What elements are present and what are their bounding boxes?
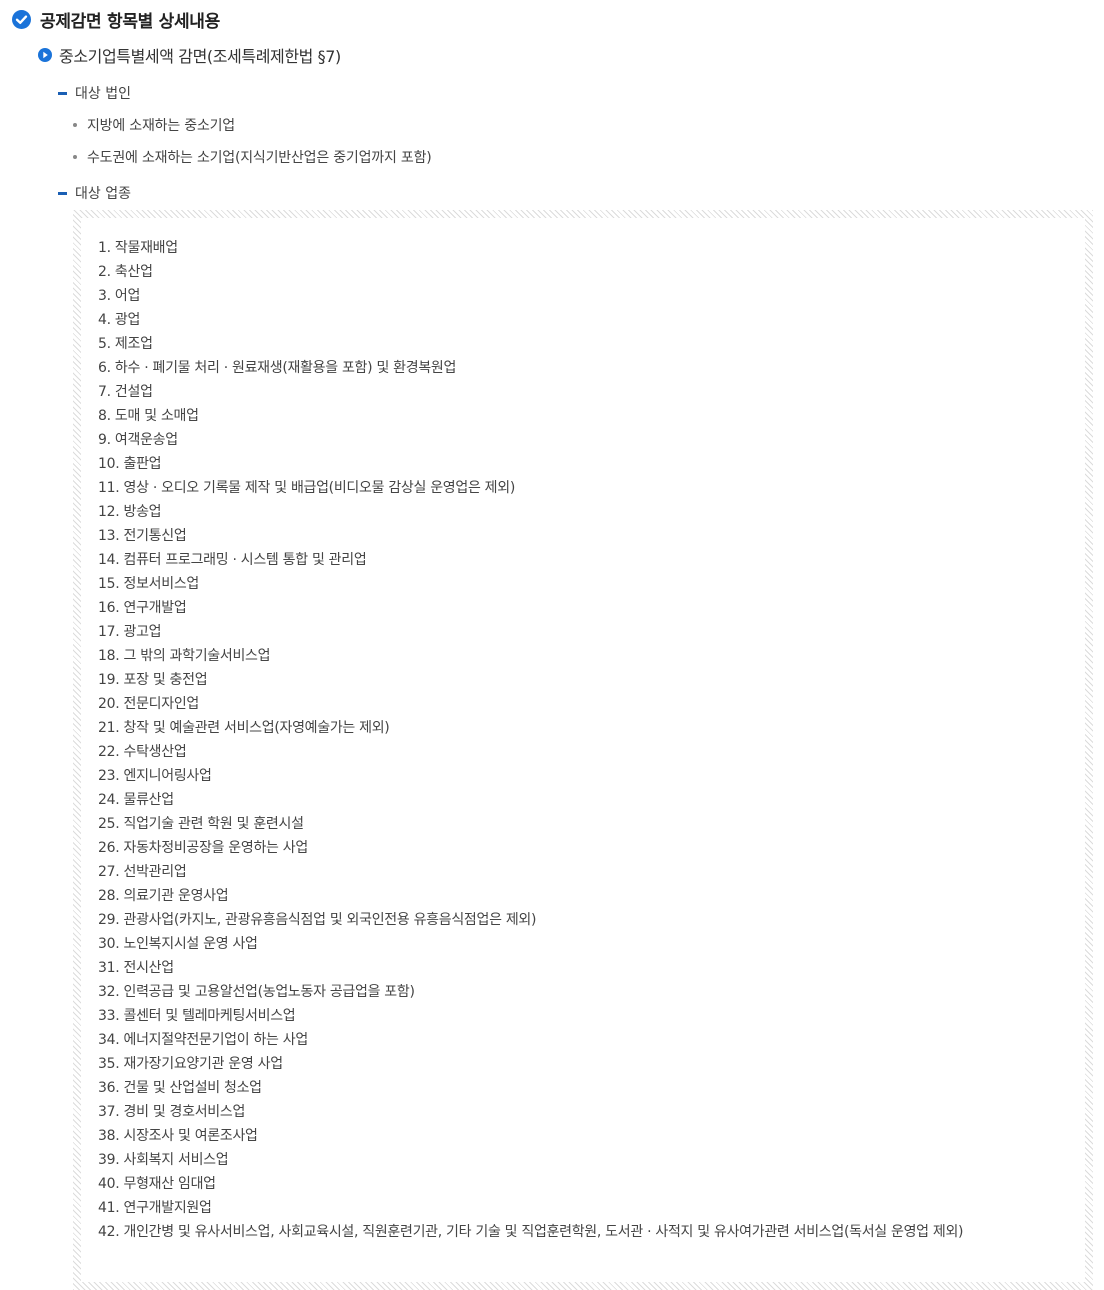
industry-item: 24. 물류산업 [98,792,174,808]
industry-item: 28. 의료기관 운영사업 [98,888,229,904]
industry-item: 15. 정보서비스업 [98,576,199,592]
industry-item: 34. 에너지절약전문기업이 하는 사업 [98,1032,308,1048]
industry-item: 29. 관광사업(카지노, 관광유흥음식점업 및 외국인전용 유흥음식점업은 제… [98,912,537,928]
industry-item: 30. 노인복지시설 운영 사업 [98,936,258,952]
dash-icon [58,191,67,195]
industry-item: 41. 연구개발지원업 [98,1200,212,1216]
target-corporations-label-text: 대상 법인 [75,86,131,102]
industry-item: 21. 창작 및 예술관련 서비스업(자영예술가는 제외) [98,720,390,736]
industry-item: 5. 제조업 [98,336,153,352]
industry-item: 38. 시장조사 및 여론조사업 [98,1128,258,1144]
subsection-heading: 중소기업특별세액 감면(조세특례제한법 §7) [38,42,341,68]
industry-list: 1. 작물재배업 2. 축산업 3. 어업 4. 광업 5. 제조업 6. 하수… [81,218,1085,1282]
industry-item: 4. 광업 [98,312,141,328]
corporation-item-text: 지방에 소재하는 중소기업 [87,118,235,134]
corporation-item-text: 수도권에 소재하는 소기업(지식기반산업은 중기업까지 포함) [87,150,432,166]
industry-item: 23. 엔지니어링사업 [98,768,212,784]
industry-item: 8. 도매 및 소매업 [98,408,199,424]
industry-item: 20. 전문디자인업 [98,696,199,712]
industry-item: 12. 방송업 [98,504,162,520]
industry-item: 31. 전시산업 [98,960,174,976]
target-corporations-label: 대상 법인 [58,82,131,104]
industry-item: 40. 무형재산 임대업 [98,1176,216,1192]
industry-item: 13. 전기통신업 [98,528,187,544]
industry-item: 11. 영상 · 오디오 기록물 제작 및 배급업(비디오물 감상실 운영업은 … [98,480,515,496]
industry-item: 33. 콜센터 및 텔레마케팅서비스업 [98,1008,296,1024]
industry-item: 27. 선박관리업 [98,864,187,880]
section-heading: 공제감면 항목별 상세내용 [12,6,220,32]
play-circle-icon [38,48,52,62]
industry-item: 3. 어업 [98,288,141,304]
industry-item: 14. 컴퓨터 프로그래밍 · 시스템 통합 및 관리업 [98,552,367,568]
dash-icon [58,91,67,95]
industry-item: 1. 작물재배업 [98,240,178,256]
target-industries-label-text: 대상 업종 [75,186,131,202]
industry-list-box: 1. 작물재배업 2. 축산업 3. 어업 4. 광업 5. 제조업 6. 하수… [73,210,1093,1290]
subsection-title: 중소기업특별세액 감면(조세특례제한법 §7) [59,47,341,66]
target-industries-label: 대상 업종 [58,182,131,204]
industry-item: 42. 개인간병 및 유사서비스업, 사회교육시설, 직원훈련기관, 기타 기술… [98,1224,964,1240]
industry-item: 6. 하수 · 폐기물 처리 · 원료재생(재활용을 포함) 및 환경복원업 [98,360,457,376]
industry-item: 7. 건설업 [98,384,153,400]
list-item: 지방에 소재하는 중소기업 [73,114,235,136]
industry-item: 37. 경비 및 경호서비스업 [98,1104,246,1120]
industry-item: 16. 연구개발업 [98,600,187,616]
industry-item: 19. 포장 및 충전업 [98,672,208,688]
industry-item: 9. 여객운송업 [98,432,178,448]
industry-item: 18. 그 밖의 과학기술서비스업 [98,648,271,664]
industry-item: 10. 출판업 [98,456,162,472]
list-item: 수도권에 소재하는 소기업(지식기반산업은 중기업까지 포함) [73,146,432,168]
industry-item: 36. 건물 및 산업설비 청소업 [98,1080,262,1096]
industry-item: 22. 수탁생산업 [98,744,187,760]
industry-item: 35. 재가장기요양기관 운영 사업 [98,1056,283,1072]
check-circle-icon [12,9,31,29]
industry-item: 39. 사회복지 서비스업 [98,1152,229,1168]
industry-item: 32. 인력공급 및 고용알선업(농업노동자 공급업을 포함) [98,984,415,1000]
industry-item: 2. 축산업 [98,264,153,280]
page-title: 공제감면 항목별 상세내용 [40,11,220,32]
industry-item: 26. 자동차정비공장을 운영하는 사업 [98,840,308,856]
industry-item: 25. 직업기술 관련 학원 및 훈련시설 [98,816,304,832]
industry-item: 17. 광고업 [98,624,162,640]
bullet-icon [73,155,77,159]
bullet-icon [73,123,77,127]
